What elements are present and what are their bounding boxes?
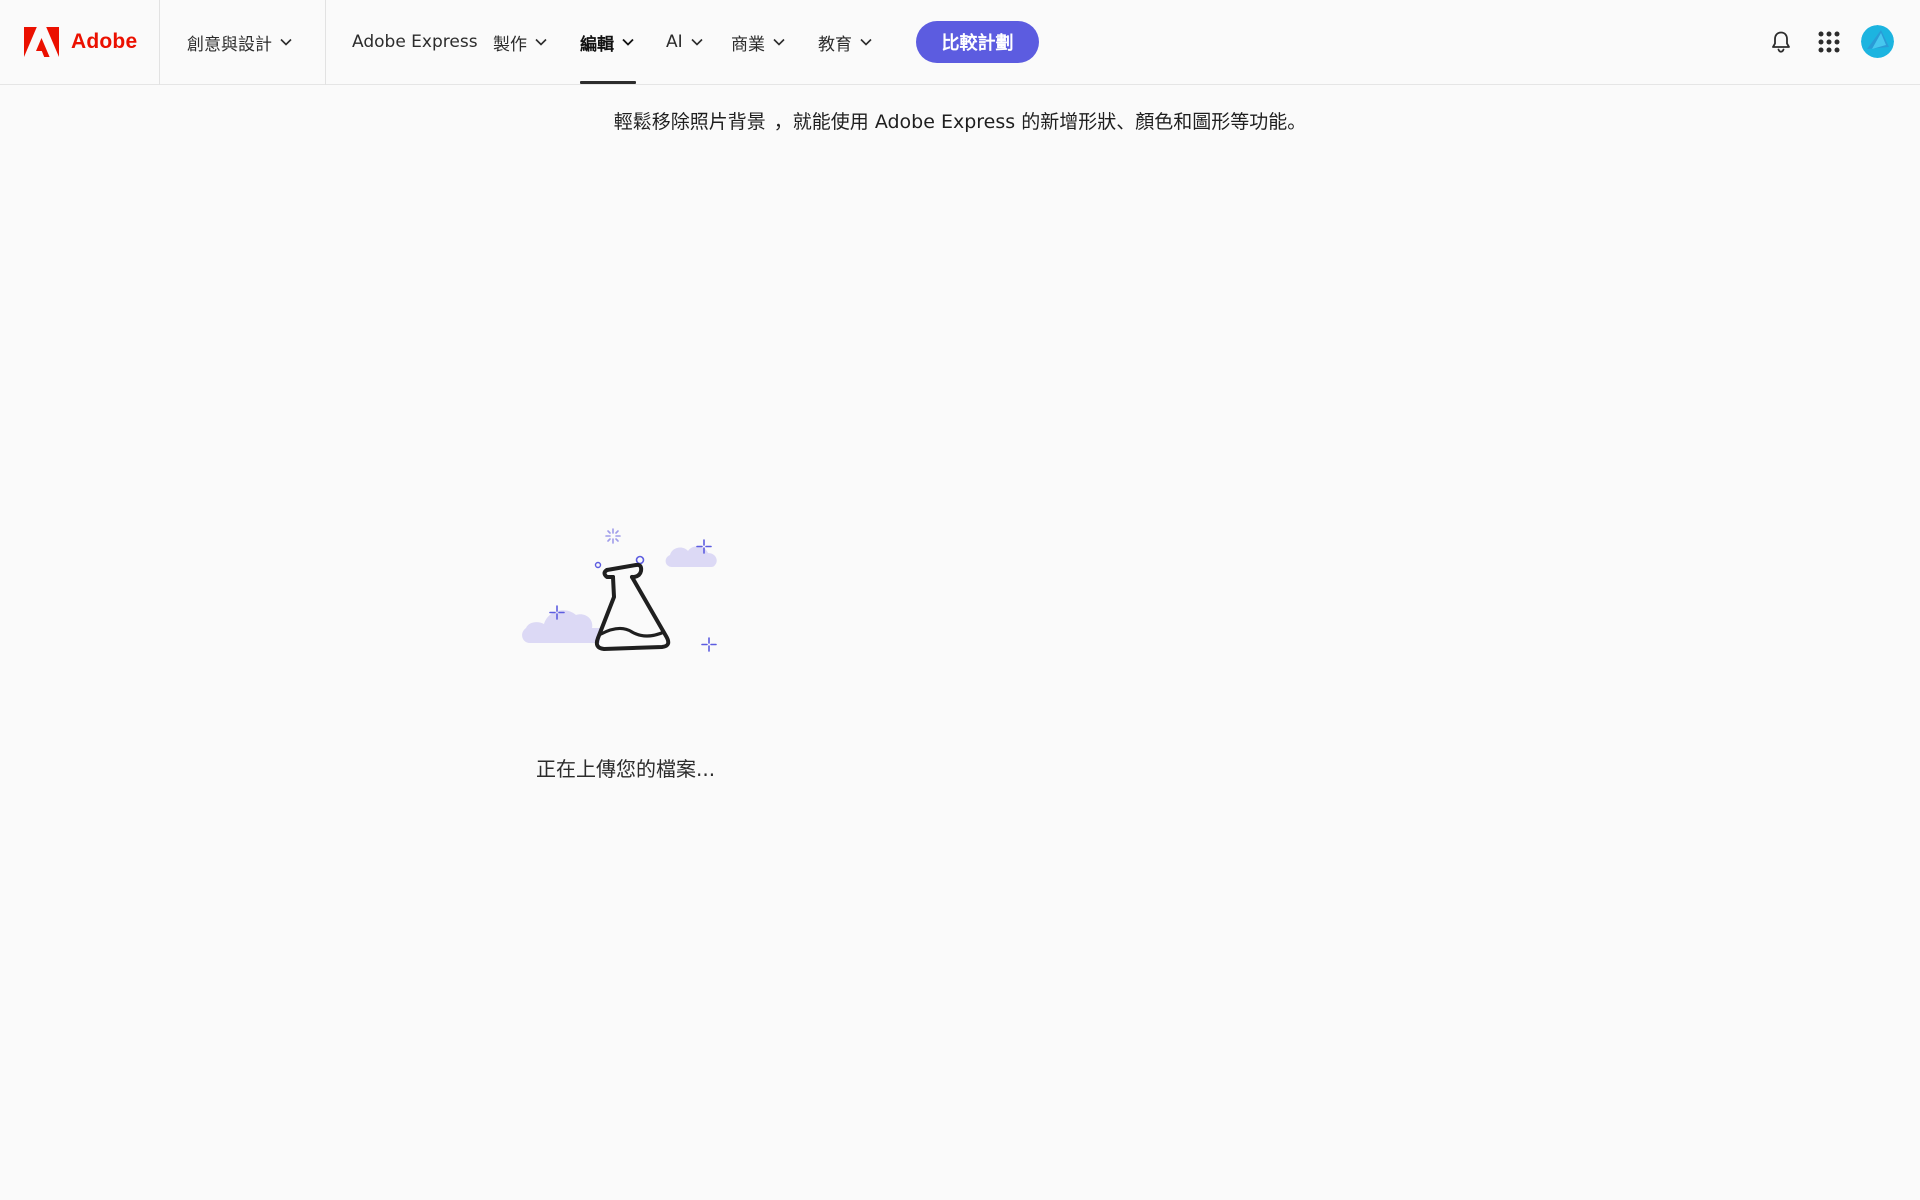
- nav-item-adobe-express[interactable]: Adobe Express: [352, 22, 478, 62]
- upload-illustration: [520, 520, 740, 680]
- notifications-button[interactable]: [1766, 27, 1796, 57]
- nav-item-label: 製作: [493, 34, 527, 55]
- adobe-home-link[interactable]: Adobe: [24, 25, 137, 59]
- chevron-down-icon: [280, 38, 292, 46]
- nav-item-label: AI: [666, 32, 683, 52]
- nav-item-label: 商業: [731, 34, 765, 55]
- brand-name: Adobe: [71, 30, 138, 53]
- banner-text-part1: 輕鬆移除照片背景: [613, 111, 766, 133]
- chevron-down-icon: [860, 38, 872, 46]
- nav-item-education[interactable]: 教育: [818, 22, 872, 62]
- compare-plans-button[interactable]: 比較計劃: [916, 21, 1039, 63]
- chevron-down-icon: [622, 38, 634, 46]
- nav-item-creativity-design[interactable]: 創意與設計: [187, 22, 292, 62]
- flask-with-clouds-icon: [522, 528, 717, 652]
- nav-divider: [325, 0, 326, 85]
- chevron-down-icon: [535, 38, 547, 46]
- banner-text-part2: ，就能使用 Adobe Express 的新增形狀、顏色和圖形等功能。: [773, 111, 1307, 133]
- chevron-down-icon: [691, 38, 703, 46]
- nav-item-label: Adobe Express: [352, 32, 478, 52]
- promo-banner: 輕鬆移除照片背景 ，就能使用 Adobe Express 的新增形狀、顏色和圖形等…: [0, 107, 1920, 134]
- top-navigation: Adobe 創意與設計 Adobe Express 製作 編輯 AI 商業 教育…: [0, 0, 1920, 85]
- adobe-logo-icon: [24, 27, 59, 57]
- app-grid-icon: [1818, 31, 1840, 53]
- nav-item-create[interactable]: 製作: [493, 22, 547, 62]
- nav-item-business[interactable]: 商業: [731, 22, 785, 62]
- avatar[interactable]: [1861, 25, 1894, 58]
- bell-icon: [1772, 31, 1790, 53]
- apps-menu-button[interactable]: [1814, 27, 1844, 57]
- user-avatar-icon: [1861, 25, 1894, 58]
- nav-item-ai[interactable]: AI: [666, 22, 703, 62]
- nav-item-label: 創意與設計: [187, 34, 272, 55]
- upload-status-text: 正在上傳您的檔案...: [536, 757, 716, 781]
- active-tab-indicator: [580, 81, 636, 84]
- nav-item-label: 編輯: [580, 34, 614, 55]
- nav-item-label: 教育: [818, 34, 852, 55]
- chevron-down-icon: [773, 38, 785, 46]
- nav-item-edit[interactable]: 編輯: [580, 22, 634, 62]
- nav-divider: [159, 0, 160, 85]
